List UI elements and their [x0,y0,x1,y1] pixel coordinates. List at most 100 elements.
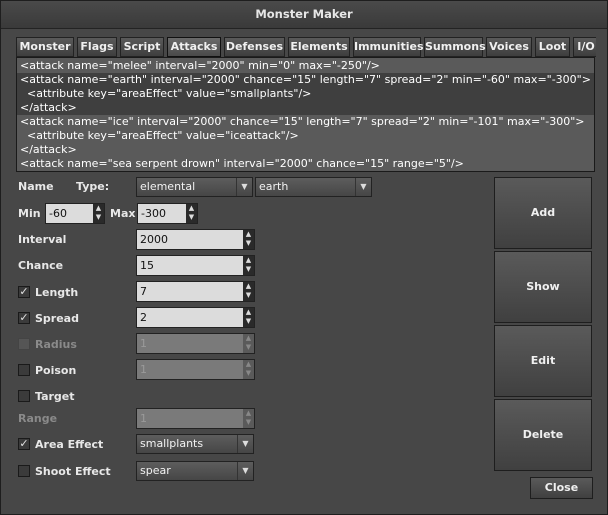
range-spinbox: 1 ▲ ▼ [136,408,255,429]
down-icon: ▼ [188,213,195,221]
check-icon: ✓ [19,311,29,324]
radius-label: Radius [35,338,77,351]
chance-spinbox[interactable]: 15 ▲ ▼ [136,255,255,276]
tab-attacks[interactable]: Attacks [167,37,221,57]
spread-checkbox[interactable]: ✓ [18,312,30,324]
poison-value: 1 [140,363,147,376]
poison-label: Poison [35,364,77,377]
area-effect-checkbox[interactable]: ✓ [18,438,30,450]
length-label: Length [35,286,79,299]
subtype-select[interactable]: earth ▼ [255,177,372,197]
chance-value: 15 [140,259,154,272]
down-icon: ▼ [245,418,252,426]
edit-button[interactable]: Edit [494,325,592,397]
tab-immunities[interactable]: Immunities [353,37,424,57]
type-select-value: elemental [140,180,196,193]
up-icon: ▲ [245,308,252,316]
up-icon: ▲ [245,360,252,368]
check-icon: ✓ [19,285,29,298]
check-icon: ✓ [19,437,29,450]
up-icon: ▲ [245,282,252,290]
up-icon: ▲ [188,204,195,212]
up-icon: ▲ [245,409,252,417]
area-effect-select[interactable]: smallplants ▼ [136,434,254,454]
down-icon: ▼ [245,291,252,299]
spin-buttons[interactable]: ▲ ▼ [93,204,104,223]
close-button[interactable]: Close [530,477,593,499]
spin-buttons: ▲ ▼ [243,409,254,428]
spin-buttons[interactable]: ▲ ▼ [243,282,254,301]
shoot-effect-checkbox[interactable] [18,465,30,477]
name-label: Name [18,180,54,193]
interval-value: 2000 [140,233,168,246]
spin-buttons[interactable]: ▲ ▼ [243,308,254,327]
tab-loot[interactable]: Loot [535,37,570,57]
up-icon: ▲ [245,334,252,342]
chevron-down-icon: ▼ [236,178,252,196]
min-label: Min [18,207,41,220]
chance-label: Chance [18,259,64,272]
range-label: Range [18,412,58,425]
down-icon: ▼ [245,369,252,377]
shoot-effect-select[interactable]: spear ▼ [136,461,254,481]
spin-buttons[interactable]: ▲ ▼ [186,204,197,223]
down-icon: ▼ [245,343,252,351]
list-item-selected[interactable]: <attack name="earth" interval="2000" cha… [17,73,594,87]
interval-label: Interval [18,233,67,246]
monster-maker-window: Monster Maker Monster Flags Script Attac… [0,0,608,515]
list-item[interactable]: <attack name="sea serpent drown" interva… [17,157,594,171]
list-item[interactable]: <attack name="melee" interval="2000" min… [17,59,594,73]
list-item[interactable]: </attack> [17,143,594,157]
down-icon: ▼ [245,265,252,273]
shoot-effect-value: spear [140,464,171,477]
spread-value: 2 [140,311,147,324]
delete-button[interactable]: Delete [494,399,592,471]
chevron-down-icon: ▼ [355,178,371,196]
tab-io[interactable]: I/O [573,37,596,57]
list-item[interactable]: <attack name="ice" interval="2000" chanc… [17,115,594,129]
attack-list[interactable]: <attack name="melee" interval="2000" min… [16,57,595,172]
tab-summons[interactable]: Summons [424,37,486,57]
max-label: Max [110,207,136,220]
up-icon: ▲ [245,256,252,264]
poison-checkbox[interactable] [18,364,30,376]
tab-voices[interactable]: Voices [486,37,532,57]
min-spinbox[interactable]: -60 ▲ ▼ [45,203,105,224]
subtype-select-value: earth [259,180,289,193]
spin-buttons[interactable]: ▲ ▼ [243,256,254,275]
tab-defenses[interactable]: Defenses [224,37,285,57]
tab-script[interactable]: Script [120,37,164,57]
max-value: -300 [141,207,166,220]
area-effect-value: smallplants [140,437,204,450]
length-spinbox[interactable]: 7 ▲ ▼ [136,281,255,302]
length-checkbox[interactable]: ✓ [18,286,30,298]
show-button[interactable]: Show [494,251,592,323]
spread-spinbox[interactable]: 2 ▲ ▼ [136,307,255,328]
list-item-selected[interactable]: </attack> [17,101,594,115]
window-title: Monster Maker [1,1,607,29]
tab-monster[interactable]: Monster [16,37,74,57]
down-icon: ▼ [245,317,252,325]
chevron-down-icon: ▼ [237,435,253,453]
spin-buttons[interactable]: ▲ ▼ [243,230,254,249]
max-spinbox[interactable]: -300 ▲ ▼ [137,203,198,224]
type-label: Type: [76,180,110,193]
min-value: -60 [49,207,67,220]
type-select[interactable]: elemental ▼ [136,177,253,197]
target-checkbox[interactable] [18,390,30,402]
shoot-effect-label: Shoot Effect [35,465,111,478]
length-value: 7 [140,285,147,298]
range-value: 1 [140,412,147,425]
add-button[interactable]: Add [494,177,592,249]
interval-spinbox[interactable]: 2000 ▲ ▼ [136,229,255,250]
tab-bar: Monster Flags Script Attacks Defenses El… [16,37,596,57]
chevron-down-icon: ▼ [237,462,253,480]
tab-elements[interactable]: Elements [288,37,350,57]
radius-value: 1 [140,337,147,350]
list-item-selected[interactable]: <attribute key="areaEffect" value="small… [17,87,594,101]
spin-buttons: ▲ ▼ [243,360,254,379]
down-icon: ▼ [95,213,102,221]
tab-flags[interactable]: Flags [77,37,117,57]
list-item[interactable]: <attribute key="areaEffect" value="iceat… [17,129,594,143]
up-icon: ▲ [95,204,102,212]
